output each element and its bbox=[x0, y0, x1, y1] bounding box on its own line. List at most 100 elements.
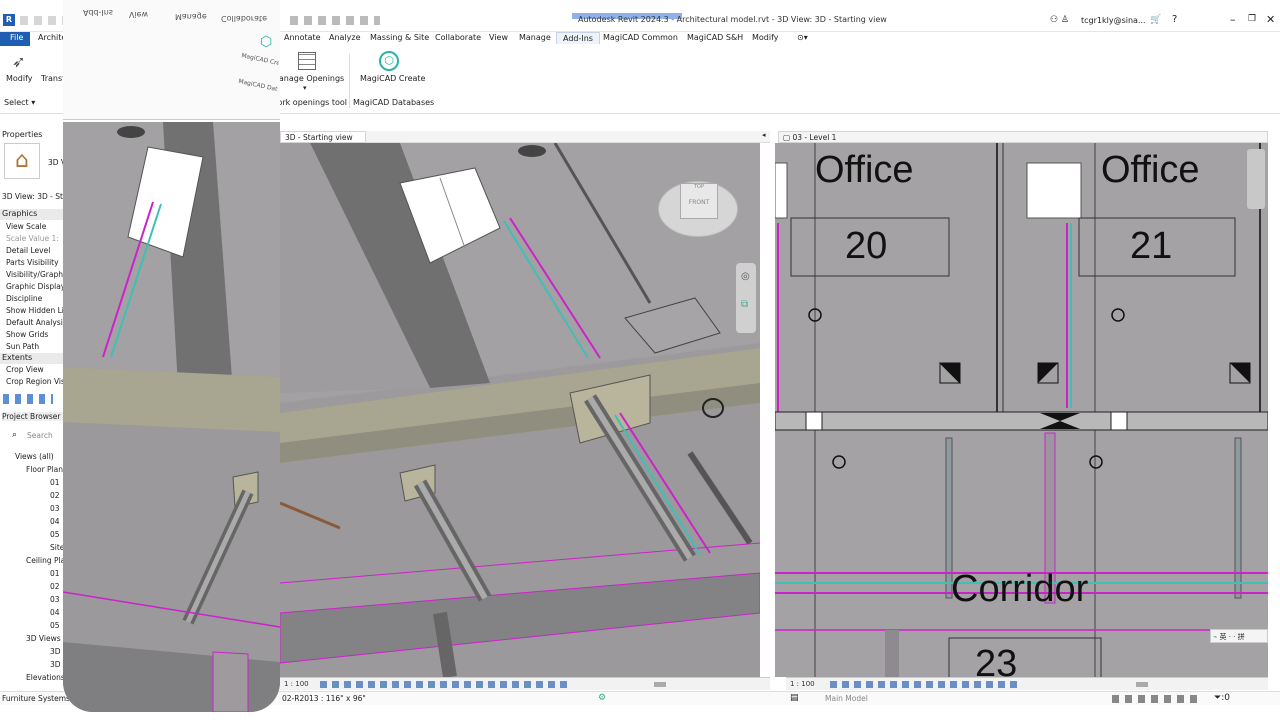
cart-icon[interactable]: 🛒 bbox=[1150, 15, 1161, 25]
tree-ceiling-plan-item[interactable]: 02 bbox=[50, 582, 60, 591]
zoom-icon[interactable]: ⧉ bbox=[741, 299, 748, 310]
graphics-section: Graphics bbox=[0, 209, 63, 220]
property-row[interactable]: Discipline bbox=[6, 294, 42, 303]
property-row[interactable]: Visibility/Graphic bbox=[6, 270, 63, 279]
window-title: Autodesk Revit 2024.3 - Architectural mo… bbox=[578, 15, 887, 24]
worksharing-icon[interactable]: ⚙ bbox=[598, 693, 606, 703]
apply-button[interactable] bbox=[3, 394, 53, 404]
property-row[interactable]: Detail Level bbox=[6, 246, 50, 255]
tab-menu-icon[interactable]: ◂ bbox=[762, 131, 766, 139]
horizontal-scrollbar-3d[interactable] bbox=[654, 682, 666, 687]
help-icon[interactable]: ? bbox=[1172, 14, 1177, 25]
plan-view-canvas[interactable]: Office 20 Office 21 Corridor 23 ⌁ 英 · · … bbox=[775, 143, 1268, 677]
tree-floor-plan-item[interactable]: 03 bbox=[50, 504, 60, 513]
tab-collaborate[interactable]: Collaborate bbox=[435, 33, 481, 42]
tab-3d-starting-view[interactable]: 3D - Starting view ✕ bbox=[280, 131, 366, 151]
tree-floor-plan-item[interactable]: 01 bbox=[50, 478, 60, 487]
tab-manage[interactable]: Manage bbox=[519, 33, 551, 42]
ime-lang[interactable]: 英 bbox=[1219, 633, 1226, 641]
tab-massing-site[interactable]: Massing & Site bbox=[370, 33, 429, 42]
ime-toolbar[interactable]: ⌁ 英 · · 拼 bbox=[1210, 629, 1268, 643]
select-dropdown[interactable]: Select ▾ bbox=[4, 98, 35, 107]
tab-level-1[interactable]: ▢ 03 - Level 1 bbox=[778, 131, 1268, 143]
ribbon-options-icon[interactable]: ⊙▾ bbox=[797, 33, 808, 42]
tree-3d-view-item[interactable]: 3D bbox=[50, 660, 61, 669]
view-controls-3d[interactable] bbox=[320, 681, 570, 688]
close-window-button[interactable]: ✕ bbox=[1266, 13, 1275, 26]
qat-right[interactable] bbox=[290, 16, 380, 25]
filter-count: :0 bbox=[1221, 693, 1230, 703]
property-row[interactable]: Show Grids bbox=[6, 330, 48, 339]
project-browser: Project Browser - ⌕ Search Views (all) Fl… bbox=[0, 410, 64, 700]
view-type-name: 3D View bbox=[48, 158, 63, 167]
tab-modify[interactable]: Modify bbox=[752, 33, 779, 42]
tree-elevations[interactable]: Elevations bbox=[26, 673, 64, 682]
scale-plan[interactable]: 1 : 100 bbox=[790, 680, 815, 688]
project-browser-title: Project Browser - bbox=[2, 412, 64, 421]
revit-logo[interactable]: R bbox=[3, 14, 15, 26]
modify-button[interactable]: Modify bbox=[6, 74, 33, 83]
tree-ceiling-plan-item[interactable]: 01 bbox=[50, 569, 60, 578]
view-controls-plan[interactable] bbox=[830, 681, 1020, 688]
properties-title: Properties bbox=[2, 130, 43, 139]
tab-view[interactable]: View bbox=[489, 33, 508, 42]
3d-view-canvas[interactable]: TOP FRONT ◎ ⧉ bbox=[280, 143, 760, 677]
tree-views-all[interactable]: Views (all) bbox=[15, 452, 54, 461]
property-row[interactable]: Scale Value 1: bbox=[6, 234, 59, 243]
manage-openings-button[interactable]: Manage Openings bbox=[272, 74, 346, 83]
view-selector[interactable]: 3D View: 3D - Sta bbox=[2, 192, 63, 201]
magicad-create-button[interactable]: MagiCAD Create bbox=[360, 74, 425, 83]
viewcube-top-label: TOP bbox=[693, 184, 704, 190]
property-row[interactable]: Show Hidden Lin bbox=[6, 306, 63, 315]
horizontal-scrollbar-plan[interactable] bbox=[1136, 682, 1148, 687]
steering-wheel-icon[interactable]: ◎ bbox=[741, 271, 750, 282]
tree-ceiling-plan-item[interactable]: 05 bbox=[50, 621, 60, 630]
property-row[interactable]: Sun Path bbox=[6, 342, 39, 351]
property-row[interactable]: Default Analysis bbox=[6, 318, 63, 327]
tree-floor-plans[interactable]: Floor Plans bbox=[26, 465, 64, 474]
ime-dot2: · bbox=[1233, 633, 1236, 641]
crop-view-row[interactable]: Crop View bbox=[6, 365, 44, 374]
property-row[interactable]: View Scale bbox=[6, 222, 46, 231]
tab-analyze[interactable]: Analyze bbox=[329, 33, 361, 42]
tab-annotate[interactable]: Annotate bbox=[284, 33, 321, 42]
user-name[interactable]: tcgr1kly@sina... bbox=[1081, 16, 1146, 25]
tree-3d-view-item[interactable]: 3D bbox=[50, 647, 61, 656]
tab-level-label: 03 - Level 1 bbox=[792, 133, 837, 142]
tab-magicad-common[interactable]: MagiCAD Common bbox=[603, 33, 678, 42]
ime-mode[interactable]: 拼 bbox=[1238, 633, 1245, 641]
overlay-magicad-icon: ⬡ bbox=[260, 34, 273, 50]
dropdown-arrow-icon[interactable]: ▾ bbox=[303, 84, 307, 92]
tree-ceiling-plans[interactable]: Ceiling Pla bbox=[26, 556, 64, 565]
property-row[interactable]: Parts Visibility bbox=[6, 258, 59, 267]
viewcube-face[interactable]: TOP FRONT bbox=[680, 183, 718, 219]
minimize-button[interactable]: – bbox=[1230, 13, 1236, 26]
ime-dot1: · bbox=[1228, 633, 1231, 641]
tree-floor-plan-item[interactable]: 04 bbox=[50, 517, 60, 526]
scale-3d[interactable]: 1 : 100 bbox=[284, 680, 309, 688]
manage-openings-icon[interactable] bbox=[298, 52, 316, 70]
tree-floor-plan-item[interactable]: Site bbox=[50, 543, 64, 552]
overlay-tab: Collaborate bbox=[221, 14, 268, 23]
main-model-label[interactable]: Main Model bbox=[825, 694, 868, 703]
property-row[interactable]: Graphic Display bbox=[6, 282, 63, 291]
tree-ceiling-plan-item[interactable]: 03 bbox=[50, 595, 60, 604]
tree-3d-views[interactable]: 3D Views bbox=[26, 634, 61, 643]
browser-search-input[interactable]: Search bbox=[27, 431, 53, 440]
design-options-icon[interactable]: ▤ bbox=[790, 693, 799, 703]
tab-file[interactable]: File bbox=[0, 32, 30, 46]
filter-icon[interactable]: ⏷:0 bbox=[1214, 693, 1230, 703]
network-openings-text: Network openings tool bbox=[279, 98, 347, 107]
select-options-icons[interactable] bbox=[1112, 695, 1202, 703]
tree-ceiling-plan-item[interactable]: 04 bbox=[50, 608, 60, 617]
tree-floor-plan-item[interactable]: 05 bbox=[50, 530, 60, 539]
restore-button[interactable]: ❐ bbox=[1248, 14, 1256, 24]
user-icon[interactable]: ⚇ ♙ bbox=[1050, 15, 1069, 25]
tree-floor-plan-item[interactable]: 02 bbox=[50, 491, 60, 500]
tab-add-ins[interactable]: Add-Ins bbox=[556, 32, 600, 44]
plan-nav-bar[interactable] bbox=[1247, 149, 1265, 209]
crop-region-row[interactable]: Crop Region Visi bbox=[6, 377, 63, 386]
room-number-23: 23 bbox=[975, 643, 1018, 677]
magicad-create-icon[interactable]: ⬡ bbox=[379, 51, 399, 71]
tab-magicad-sh[interactable]: MagiCAD S&H bbox=[687, 33, 743, 42]
